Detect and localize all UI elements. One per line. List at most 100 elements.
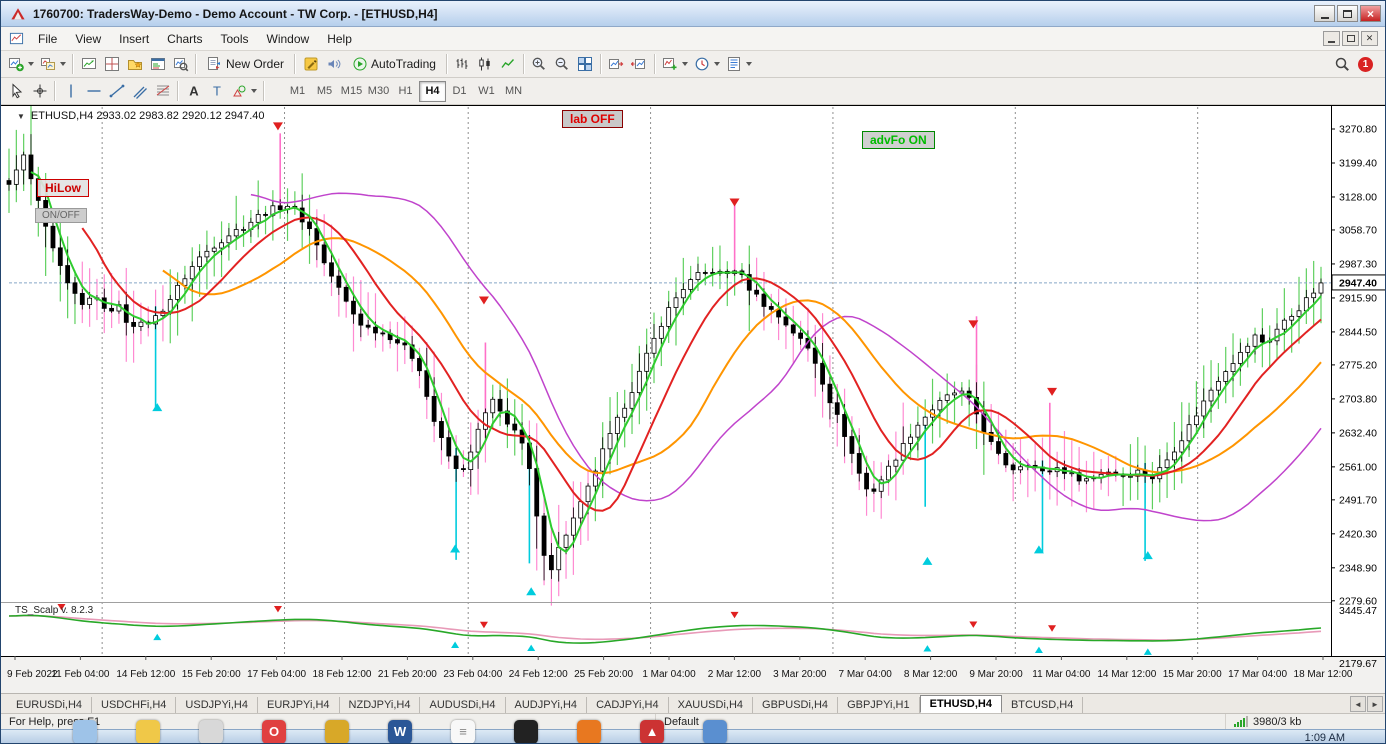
trendline-tool-button[interactable] (105, 80, 128, 103)
chart-shift-button[interactable] (628, 53, 651, 76)
chart-tab-gbpusdi-h4[interactable]: GBPUSDi,H4 (753, 697, 838, 713)
svg-text:7 Mar 04:00: 7 Mar 04:00 (839, 669, 893, 680)
chart-tab-cadjpyi-h4[interactable]: CADJPYi,H4 (587, 697, 669, 713)
mdi-close-button[interactable]: ✕ (1361, 31, 1378, 46)
candlestick-chart-style-button[interactable] (474, 53, 497, 76)
dropdown-caret-icon[interactable] (682, 62, 688, 66)
menu-charts[interactable]: Charts (158, 29, 211, 49)
indicators-list-button[interactable] (659, 53, 691, 76)
templates-button[interactable] (723, 53, 755, 76)
strategy-tester-button[interactable] (169, 53, 192, 76)
notification-badge[interactable]: 1 (1358, 57, 1373, 72)
taskbar-browser-icon[interactable]: O (262, 720, 286, 744)
dropdown-caret-icon[interactable] (60, 62, 66, 66)
arrows-shapes-tool-button[interactable] (228, 80, 260, 103)
taskbar-notepad-icon[interactable]: ≡ (451, 720, 475, 744)
mdi-restore-button[interactable] (1342, 31, 1359, 46)
crosshair-tool-button[interactable] (28, 80, 51, 103)
terminal-button[interactable] (146, 53, 169, 76)
timeframe-m15[interactable]: M15 (338, 81, 365, 102)
market-watch-button[interactable] (77, 53, 100, 76)
periods-button[interactable] (691, 53, 723, 76)
price-chart-svg[interactable]: 3270.803199.403128.003058.702987.302915.… (1, 105, 1386, 693)
timeframe-w1[interactable]: W1 (473, 81, 500, 102)
menu-window[interactable]: Window (258, 29, 319, 49)
market-watch-icon (81, 56, 97, 72)
text-label-tool-button[interactable]: T (205, 80, 228, 103)
taskbar-folder-icon[interactable] (136, 720, 160, 744)
text-tool-button[interactable]: A (182, 80, 205, 103)
zoom-in-button[interactable] (528, 53, 551, 76)
chart-tab-nzdjpyi-h4[interactable]: NZDJPYi,H4 (340, 697, 421, 713)
taskbar-files-icon[interactable] (199, 720, 223, 744)
svg-text:18 Feb 12:00: 18 Feb 12:00 (313, 669, 372, 680)
menu-view[interactable]: View (66, 29, 110, 49)
dropdown-caret-icon[interactable] (746, 62, 752, 66)
advfo-toggle-button[interactable]: advFo ON (862, 131, 935, 149)
dropdown-caret-icon[interactable] (28, 62, 34, 66)
chart-tab-xauusdi-h4[interactable]: XAUUSDi,H4 (669, 697, 753, 713)
menu-file[interactable]: File (29, 29, 66, 49)
hline-icon (86, 83, 102, 99)
chart-tab-audusdi-h4[interactable]: AUDUSDi,H4 (420, 697, 505, 713)
chart-tab-gbpjpyi-h1[interactable]: GBPJPYi,H1 (838, 697, 920, 713)
bar-chart-style-button[interactable] (451, 53, 474, 76)
horizontal-line-tool-button[interactable] (82, 80, 105, 103)
timeframe-m1[interactable]: M1 (284, 81, 311, 102)
profiles-button[interactable] (37, 53, 69, 76)
chart-tab-usdjpyi-h4[interactable]: USDJPYi,H4 (176, 697, 258, 713)
zoom-out-button[interactable] (551, 53, 574, 76)
fibo-icon (155, 83, 171, 99)
dropdown-caret-icon[interactable] (714, 62, 720, 66)
autotrading-button[interactable]: AutoTrading (345, 53, 443, 76)
chart-tab-eurusdi-h4[interactable]: EURUSDi,H4 (7, 697, 92, 713)
channel-tool-button[interactable] (128, 80, 151, 103)
taskbar-gold-app-icon[interactable] (325, 720, 349, 744)
onoff-button[interactable]: ON/OFF (35, 208, 87, 223)
close-button[interactable]: × (1360, 5, 1381, 22)
new-order-button[interactable]: New Order (200, 53, 291, 76)
taskbar-monitor-icon[interactable] (703, 720, 727, 744)
timeframe-m30[interactable]: M30 (365, 81, 392, 102)
tab-scroll-right-icon[interactable]: ► (1367, 696, 1383, 712)
hilow-button[interactable]: HiLow (37, 179, 89, 197)
taskbar-media-icon[interactable] (514, 720, 538, 744)
cursor-tool-button[interactable] (5, 80, 28, 103)
auto-scroll-button[interactable] (605, 53, 628, 76)
tab-scroll-left-icon[interactable]: ◄ (1350, 696, 1366, 712)
window-controls: × (1314, 5, 1381, 22)
taskbar-word-icon[interactable]: W (388, 720, 412, 744)
status-profile-text[interactable]: Default (656, 714, 1226, 729)
taskbar-window-icon[interactable] (73, 720, 97, 744)
minimize-button[interactable] (1314, 5, 1335, 22)
maximize-button[interactable] (1337, 5, 1358, 22)
search-icon[interactable] (1334, 56, 1350, 72)
chart-tab-ethusd-h4[interactable]: ETHUSD,H4 (920, 695, 1002, 713)
dropdown-caret-icon[interactable] (251, 89, 257, 93)
chart-tab-btcusd-h4[interactable]: BTCUSD,H4 (1002, 697, 1083, 713)
menu-tools[interactable]: Tools (212, 29, 258, 49)
mdi-minimize-button[interactable] (1323, 31, 1340, 46)
timeframe-mn[interactable]: MN (500, 81, 527, 102)
navigator-button[interactable] (123, 53, 146, 76)
lab-toggle-button[interactable]: lab OFF (562, 110, 623, 128)
taskbar-mt4-icon[interactable]: ▲ (640, 720, 664, 744)
timeframe-d1[interactable]: D1 (446, 81, 473, 102)
vertical-line-tool-button[interactable] (59, 80, 82, 103)
chart-tab-usdchfi-h4[interactable]: USDCHFi,H4 (92, 697, 176, 713)
new-chart-button[interactable] (5, 53, 37, 76)
timeframe-h1[interactable]: H1 (392, 81, 419, 102)
sounds-button[interactable] (322, 53, 345, 76)
chart-tab-eurjpyi-h4[interactable]: EURJPYi,H4 (258, 697, 340, 713)
fibonacci-tool-button[interactable] (151, 80, 174, 103)
taskbar-orange-app-icon[interactable] (577, 720, 601, 744)
line-chart-style-button[interactable] (497, 53, 520, 76)
metaeditor-button[interactable] (299, 53, 322, 76)
menu-insert[interactable]: Insert (110, 29, 158, 49)
chart-tab-audjpyi-h4[interactable]: AUDJPYi,H4 (506, 697, 588, 713)
timeframe-h4[interactable]: H4 (419, 81, 446, 102)
timeframe-m5[interactable]: M5 (311, 81, 338, 102)
data-window-button[interactable] (100, 53, 123, 76)
menu-help[interactable]: Help (318, 29, 361, 49)
tile-windows-button[interactable] (574, 53, 597, 76)
